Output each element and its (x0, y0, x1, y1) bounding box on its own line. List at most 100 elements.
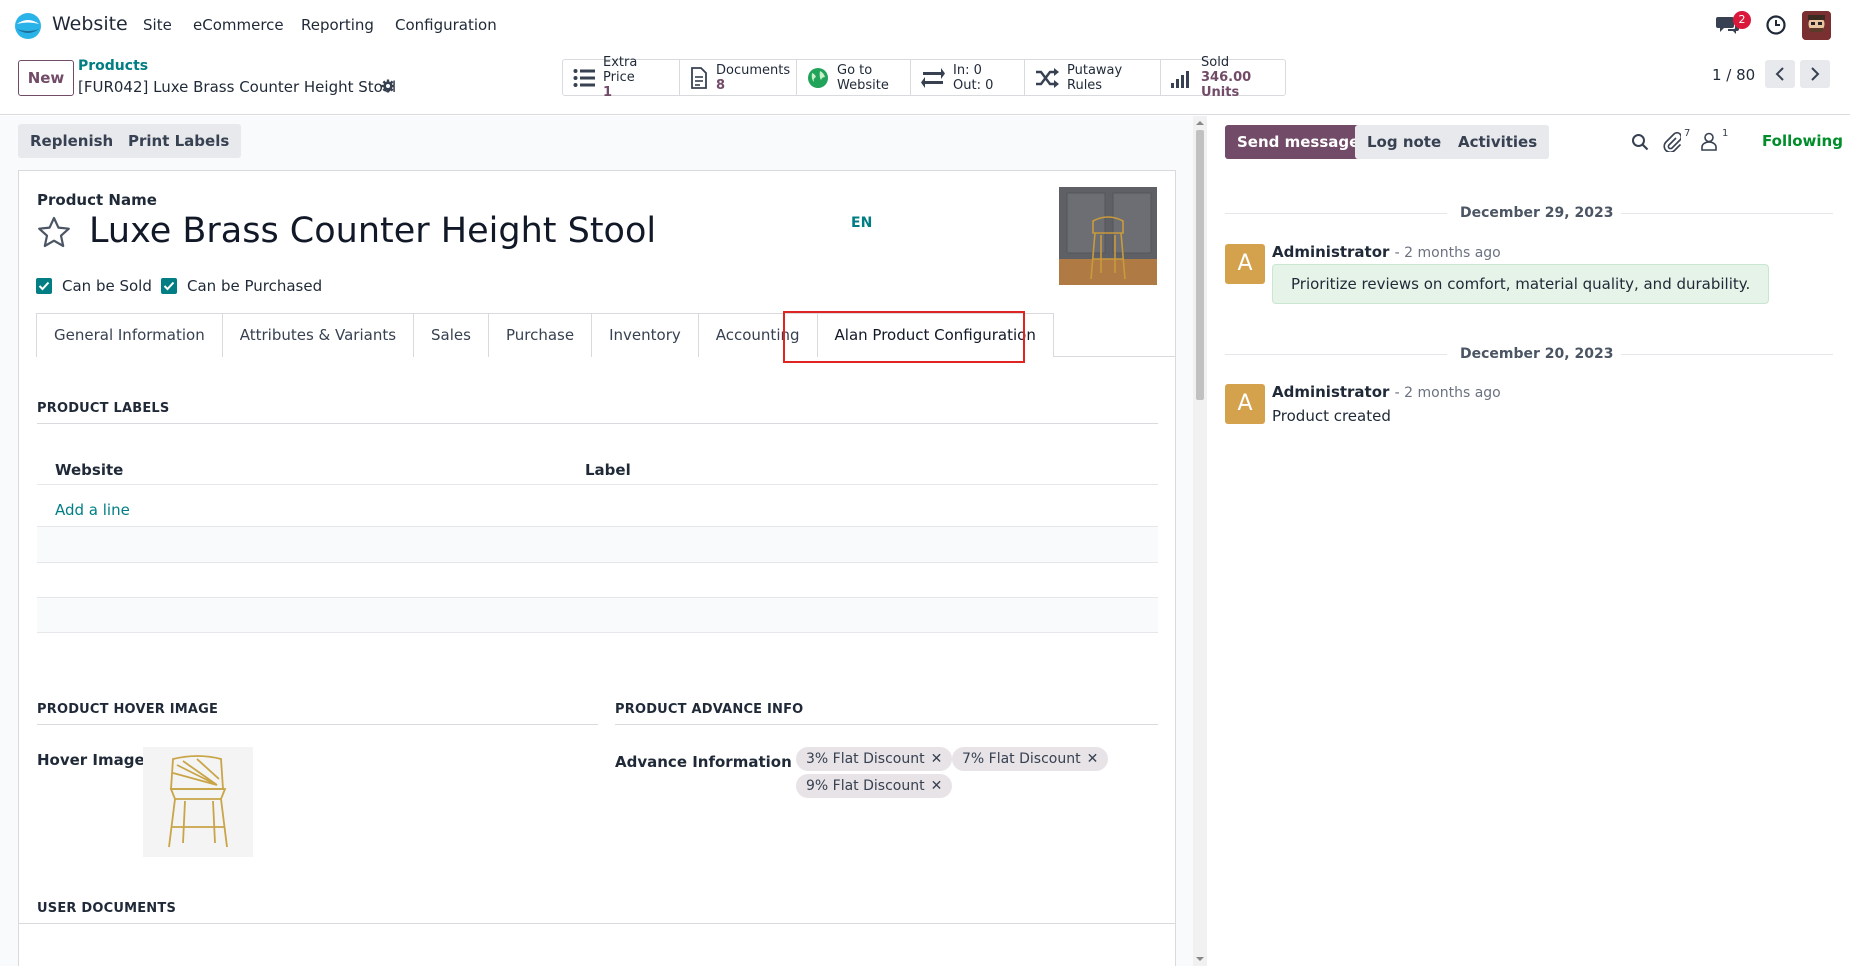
followers-icon[interactable] (1700, 132, 1718, 151)
product-hover-image-title: PRODUCT HOVER IMAGE (37, 702, 219, 717)
active-tab-highlight (783, 311, 1025, 363)
tag-remove-icon[interactable]: ✕ (931, 751, 943, 767)
replenish-button[interactable]: Replenish (18, 124, 126, 158)
pager-value[interactable]: 1 / 80 (1712, 66, 1755, 84)
search-icon[interactable] (1631, 133, 1649, 151)
message-date: December 29, 2023 (1460, 205, 1614, 221)
can-be-purchased-label: Can be Purchased (187, 277, 323, 295)
user-avatar[interactable] (1802, 11, 1831, 40)
form-area: Replenish Print Labels Product Name Luxe… (0, 116, 1207, 966)
column-header-label[interactable]: Label (585, 461, 631, 479)
can-be-sold-label: Can be Sold (62, 277, 152, 295)
tag-label: 9% Flat Discount (806, 778, 925, 794)
tab-inventory[interactable]: Inventory (591, 313, 699, 357)
scroll-down-icon[interactable] (1193, 954, 1207, 964)
gear-icon[interactable] (381, 79, 395, 93)
sold-button[interactable]: Sold 346.00 Units (1161, 55, 1285, 100)
breadcrumb-products-link[interactable]: Products (78, 58, 148, 74)
message-body-bubble: Prioritize reviews on comfort, material … (1272, 264, 1770, 304)
website-label: Website (837, 77, 889, 93)
menu-site[interactable]: Site (143, 16, 172, 34)
activities-button[interactable]: Activities (1446, 125, 1550, 159)
putaway-rules-button[interactable]: Putaway Rules (1025, 60, 1161, 95)
menu-configuration[interactable]: Configuration (395, 16, 497, 34)
tag-3-flat-discount: 3% Flat Discount ✕ (796, 747, 953, 771)
putaway-rules-label: Putaway Rules (1067, 62, 1123, 93)
date-divider-line (1225, 354, 1447, 355)
document-icon (691, 66, 707, 89)
author-avatar[interactable]: A (1225, 384, 1265, 424)
tag-remove-icon[interactable]: ✕ (1087, 751, 1099, 767)
clock-icon[interactable] (1765, 14, 1787, 36)
log-note-button[interactable]: Log note (1355, 125, 1454, 159)
tag-7-flat-discount: 7% Flat Discount ✕ (952, 747, 1109, 771)
hover-image-label: Hover Image (37, 751, 145, 769)
column-header-website[interactable]: Website (55, 461, 123, 479)
bar-chart-icon (1171, 70, 1189, 88)
shuffle-icon (1036, 67, 1059, 88)
send-message-button[interactable]: Send message (1225, 125, 1372, 159)
new-button[interactable]: New (18, 60, 74, 96)
tab-general-information[interactable]: General Information (36, 313, 223, 357)
pager-next-button[interactable] (1800, 60, 1830, 88)
print-labels-button[interactable]: Print Labels (116, 124, 242, 158)
product-name-field[interactable]: Luxe Brass Counter Height Stool (89, 211, 656, 251)
product-advance-info-title: PRODUCT ADVANCE INFO (615, 702, 804, 717)
advance-information-text: Advance Information (615, 753, 792, 771)
breadcrumb-current: [FUR042] Luxe Brass Counter Height Stool (78, 78, 397, 96)
followers-count: 1 (1722, 128, 1729, 139)
form-scrollbar[interactable] (1193, 116, 1207, 966)
product-name-label: Product Name (37, 191, 157, 209)
documents-button[interactable]: Documents 8 (680, 60, 797, 95)
can-be-purchased-checkbox[interactable]: Can be Purchased (161, 277, 322, 295)
menu-reporting[interactable]: Reporting (301, 16, 374, 34)
odoo-logo-icon[interactable] (14, 12, 42, 40)
chat-badge: 2 (1733, 11, 1751, 29)
sold-label: Sold (1201, 55, 1230, 70)
table-header-divider (37, 484, 1158, 485)
in-count: In: 0 (953, 62, 982, 78)
attachments-count: 7 (1684, 128, 1691, 139)
advance-information-label: Advance Information ? (615, 751, 803, 771)
extra-price-button[interactable]: Extra Price 1 (563, 55, 680, 100)
scroll-up-icon[interactable] (1193, 118, 1207, 128)
date-divider-line (1621, 354, 1833, 355)
tab-purchase[interactable]: Purchase (487, 313, 593, 357)
message-time: - 2 months ago (1394, 385, 1501, 401)
menu-ecommerce[interactable]: eCommerce (193, 16, 284, 34)
extra-price-value: 1 (603, 85, 613, 100)
author-name[interactable]: Administrator (1272, 383, 1389, 401)
tag-9-flat-discount: 9% Flat Discount ✕ (796, 774, 953, 798)
tag-remove-icon[interactable]: ✕ (931, 778, 943, 794)
favorite-star-icon[interactable] (36, 215, 72, 251)
app-name[interactable]: Website (52, 13, 128, 35)
tab-sales[interactable]: Sales (413, 313, 489, 357)
author-name[interactable]: Administrator (1272, 243, 1389, 261)
language-toggle[interactable]: EN (851, 215, 872, 231)
following-button[interactable]: Following (1762, 132, 1843, 150)
control-panel: New Products [FUR042] Luxe Brass Counter… (0, 50, 1850, 115)
row-divider (37, 562, 1158, 563)
paperclip-icon[interactable] (1663, 132, 1681, 152)
date-divider-line (1621, 213, 1833, 214)
empty-table-row (37, 597, 1158, 632)
can-be-sold-checkbox[interactable]: Can be Sold (36, 277, 152, 295)
author-avatar[interactable]: A (1225, 244, 1265, 284)
date-divider-line (1225, 213, 1447, 214)
transfer-arrows-icon (921, 67, 945, 88)
tab-attributes-variants[interactable]: Attributes & Variants (221, 313, 415, 357)
go-to-website-button[interactable]: Go to Website (797, 60, 911, 95)
chevron-left-icon (1775, 67, 1784, 81)
message-body: Product created (1272, 407, 1391, 425)
hover-image[interactable] (143, 747, 253, 857)
scroll-thumb[interactable] (1196, 130, 1204, 400)
tag-label: 3% Flat Discount (806, 751, 925, 767)
in-out-button[interactable]: In: 0 Out: 0 (911, 60, 1025, 95)
add-a-line-link[interactable]: Add a line (55, 501, 130, 519)
section-divider (37, 423, 1158, 424)
pager-previous-button[interactable] (1765, 60, 1795, 88)
section-divider (19, 923, 1175, 924)
product-image[interactable] (1059, 187, 1157, 285)
documents-label: Documents (716, 62, 791, 78)
checkbox-checked-icon (161, 278, 177, 294)
